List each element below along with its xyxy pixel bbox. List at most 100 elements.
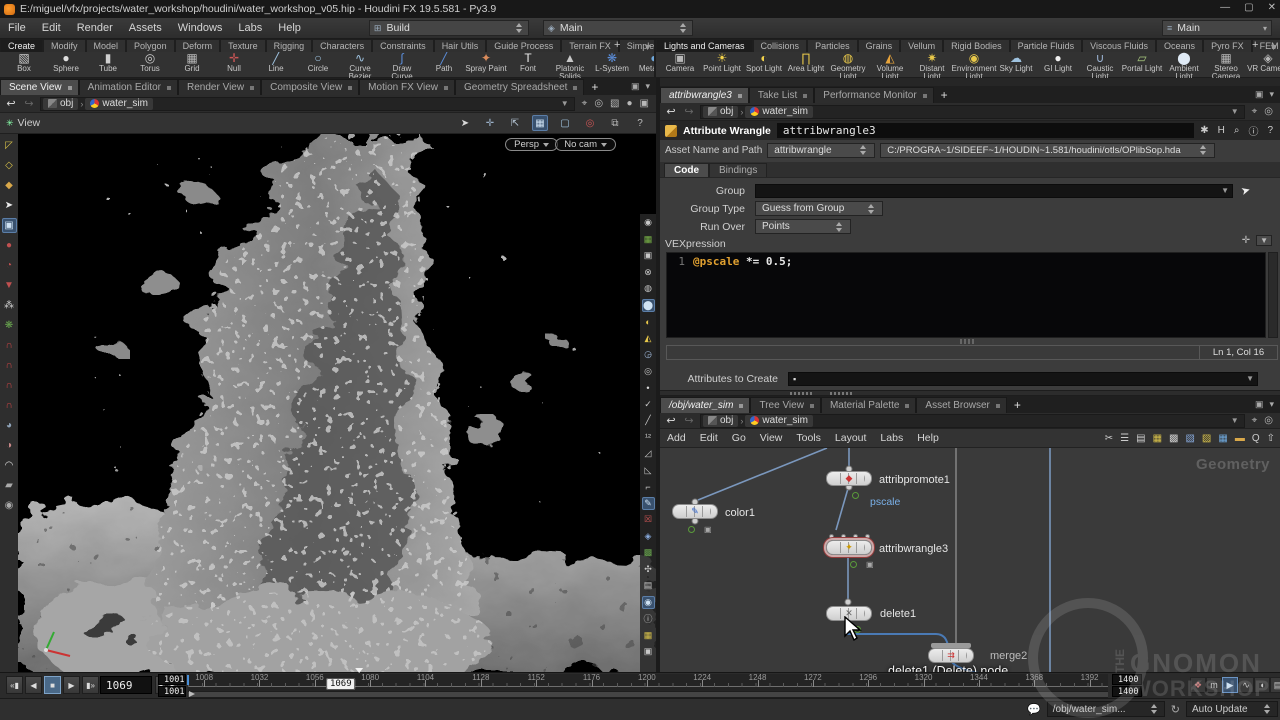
paint-select-icon[interactable]: ◆ — [2, 178, 17, 193]
back-icon[interactable]: ↩ — [664, 414, 678, 427]
memory-icon[interactable]: ◉ — [2, 498, 17, 513]
select-objects-icon[interactable]: ● — [2, 238, 17, 253]
help-icon[interactable]: ? — [1267, 125, 1273, 136]
context-path-selector[interactable]: /obj/water_sim... — [1047, 701, 1165, 717]
select-arrow-icon[interactable]: ➤ — [457, 115, 473, 131]
shelf-tab[interactable]: Particles — [807, 39, 858, 52]
shelf-tool[interactable]: T Font — [507, 52, 549, 73]
magnet-grid-icon[interactable]: ∩ — [2, 338, 17, 353]
menu-item[interactable]: Labs — [230, 20, 270, 36]
no-cam-badge[interactable]: No cam — [555, 138, 616, 151]
current-frame-field[interactable]: 1069 — [100, 676, 152, 694]
shelf-tool[interactable]: ✷ Distant Light — [911, 52, 953, 78]
stop-button[interactable]: ■ — [44, 676, 61, 694]
shelf-tool[interactable]: ◐ Spot Light — [743, 52, 785, 73]
menu-item[interactable]: Edit — [34, 20, 69, 36]
rect-select-icon[interactable]: ◇ — [2, 158, 17, 173]
no-render-icon[interactable]: ☒ — [642, 513, 655, 526]
pin-icon[interactable]: ⌖ — [1252, 415, 1258, 426]
flag-icon[interactable]: ▦ — [1218, 433, 1227, 444]
play-button[interactable]: ▶ — [63, 676, 80, 694]
pane-tab[interactable]: /obj/water_sim — [660, 397, 750, 413]
shelf-tab[interactable]: Create — [0, 39, 43, 52]
shelf-tool[interactable]: ◍ Geometry Light — [827, 52, 869, 78]
shelf-tool[interactable]: ▧ Box — [3, 52, 45, 73]
info-icon[interactable]: ⓘ — [642, 612, 655, 625]
export-icon[interactable]: ⇧ — [1267, 433, 1275, 444]
secure-selection-icon[interactable]: ▣ — [2, 218, 17, 233]
asset-path-dropdown[interactable]: C:/PROGRA~1/SIDEEF~1/HOUDIN~1.581/houdin… — [880, 143, 1215, 158]
add-pane-tab-button[interactable]: + — [934, 88, 955, 103]
menu-item[interactable]: Render — [69, 20, 121, 36]
layout-box-icon[interactable]: ▣ — [640, 98, 649, 109]
group-type-dropdown[interactable]: Guess from Group — [755, 201, 883, 216]
grid-snap-icon[interactable]: ▦ — [1153, 433, 1162, 444]
code-vscrollbar[interactable] — [1268, 252, 1278, 338]
add-pane-tab-button[interactable]: + — [584, 80, 605, 95]
range-start-field[interactable]: 1001 — [158, 674, 186, 685]
range-end-field[interactable]: 1400 — [1112, 674, 1142, 685]
light-normal-icon[interactable]: ◐ — [642, 315, 655, 328]
render-icon[interactable]: ◎ — [582, 115, 598, 131]
pane-tab[interactable]: Material Palette — [821, 397, 916, 413]
snap-icon[interactable]: ▦ — [532, 115, 548, 131]
motion-curve-icon[interactable]: ∿ — [1238, 677, 1254, 693]
asset-name-dropdown[interactable]: attribwrangle — [767, 143, 875, 158]
gear-icon[interactable]: ✱ — [1200, 125, 1208, 136]
material-mode-icon[interactable]: ◑ — [2, 438, 17, 453]
shelf-tool[interactable]: ▦ Stereo Camera — [1205, 52, 1247, 78]
display-prims-icon[interactable]: ◿ — [642, 447, 655, 460]
shelf-tab[interactable]: Model — [86, 39, 127, 52]
shelf-overflow-icon[interactable]: ▼ — [1269, 42, 1278, 52]
shelf-tool[interactable]: ✛ Null — [213, 52, 255, 73]
shelf-tool[interactable]: ☁ Sky Light — [995, 52, 1037, 73]
param-tab[interactable]: Bindings — [709, 163, 767, 177]
tree-icon[interactable]: ☰ — [1120, 433, 1129, 444]
shelf-tool[interactable]: ☀ Point Light — [701, 52, 743, 73]
lock-camera-icon[interactable]: ▣ — [642, 249, 655, 262]
shelf-tool[interactable]: ∿ Curve Bezier — [339, 52, 381, 78]
shelf-tool[interactable]: ● Sphere — [45, 52, 87, 73]
audio-icon[interactable]: ◖ — [1254, 677, 1270, 693]
select-dynamics-icon[interactable]: ▼ — [2, 278, 17, 293]
help-icon[interactable]: ? — [632, 115, 648, 131]
shelf-tool[interactable]: ╱ Line — [255, 52, 297, 73]
forward-icon[interactable]: ↪ — [682, 105, 696, 118]
shelf-tab[interactable]: Texture — [220, 39, 266, 52]
pane-tab[interactable]: Scene View — [0, 79, 79, 95]
shelf-tab[interactable]: Grains — [858, 39, 901, 52]
grid-toggle-icon[interactable]: ▦ — [642, 233, 655, 246]
shelf-tool[interactable]: ∪ Caustic Light — [1079, 52, 1121, 78]
main-menu-selector[interactable]: ≡ Main ▾ — [1162, 20, 1272, 36]
node-color1[interactable]: ✎ — [672, 504, 718, 519]
shelf-tool[interactable]: ▦ Grid — [171, 52, 213, 73]
display-hooks-icon[interactable]: ✓ — [642, 398, 655, 411]
pane-maximize-icon[interactable]: ▣ — [1255, 399, 1264, 410]
corner-ruler-icon[interactable]: ⌐ — [642, 480, 655, 493]
playhead[interactable]: 1069 — [326, 673, 364, 691]
shelf-add-tab-button[interactable]: + — [1246, 39, 1264, 51]
shelf-tab[interactable]: Constraints — [372, 39, 434, 52]
shade-sphere-icon[interactable]: ● — [627, 98, 633, 109]
close-button[interactable]: ✕ — [1268, 2, 1276, 13]
network-menu-item[interactable]: Layout — [828, 431, 874, 445]
shelf-tab[interactable]: Guide Process — [486, 39, 561, 52]
note-icon[interactable]: ▨ — [1202, 433, 1211, 444]
path-node-chip[interactable]: water_sim — [745, 415, 813, 427]
network-menu-item[interactable]: Tools — [789, 431, 828, 445]
shelf-tool[interactable]: ◈ VR Camera — [1247, 52, 1280, 73]
forward-icon[interactable]: ↪ — [22, 97, 36, 110]
back-icon[interactable]: ↩ — [4, 97, 18, 110]
match-icon[interactable]: m — [1206, 677, 1222, 693]
shelf-tool[interactable]: ╱ Path — [423, 52, 465, 73]
menu-item[interactable]: File — [0, 20, 34, 36]
network-menu-item[interactable]: Add — [660, 431, 693, 445]
shelf-tool[interactable]: ◎ Torus — [129, 52, 171, 73]
pane-tab[interactable]: Render View — [178, 79, 261, 95]
layout-icon[interactable]: ⧉ — [607, 115, 623, 131]
display-badge[interactable] — [688, 526, 695, 533]
shade-mode-icon[interactable]: ◕ — [2, 418, 17, 433]
template-icon[interactable]: ▩ — [642, 546, 655, 559]
pane-tab[interactable]: Tree View — [750, 397, 820, 413]
radial-menu-icon[interactable]: ◎ — [1264, 106, 1273, 117]
